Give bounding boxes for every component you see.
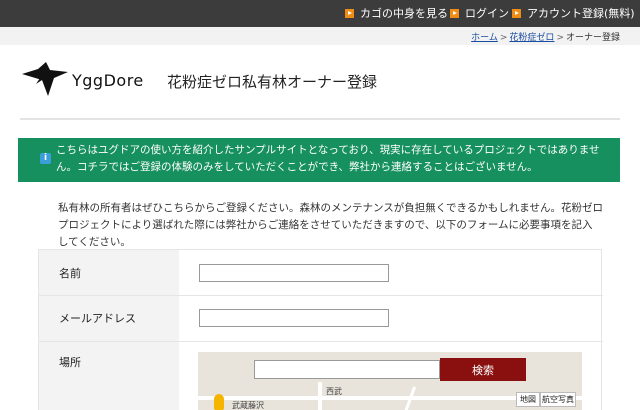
map-search-button[interactable]: 検索 [440, 358, 526, 381]
logo-text: YggDore [72, 71, 144, 90]
email-field[interactable] [199, 309, 389, 327]
map-place-label: 武蔵藤沢 [232, 401, 264, 410]
view-cart-label: カゴの中身を見る [360, 7, 448, 20]
breadcrumb-bar: ホーム > 花粉症ゼロ > オーナー登録 [0, 27, 640, 45]
name-field[interactable] [199, 264, 389, 282]
form-row-email: メールアドレス [39, 296, 603, 342]
map-type-satellite-button[interactable]: 航空写真 [540, 392, 576, 407]
login-label: ログイン [465, 7, 509, 20]
map-road [318, 382, 322, 410]
breadcrumb-separator: > [556, 33, 564, 43]
intro-text: 私有林の所有者はぜひこちらからご登録ください。森林のメンテナンスが負担無くできる… [58, 202, 603, 248]
arrow-right-icon [345, 8, 354, 18]
header-divider [20, 118, 620, 120]
map-area-label: 西武 [326, 387, 342, 396]
view-cart-link[interactable]: カゴの中身を見る [345, 5, 448, 21]
info-icon: i [40, 153, 51, 164]
arrow-right-icon [512, 8, 521, 18]
breadcrumb: ホーム > 花粉症ゼロ > オーナー登録 [471, 30, 620, 43]
map-search-input[interactable] [254, 360, 440, 379]
arrow-right-icon [450, 8, 459, 18]
top-navigation-bar: カゴの中身を見る ログイン アカウント登録(無料) [0, 0, 640, 27]
bird-logo-icon [22, 62, 68, 96]
breadcrumb-section-link[interactable]: 花粉症ゼロ [509, 33, 554, 43]
location-label: 場所 [59, 356, 81, 369]
breadcrumb-home-link[interactable]: ホーム [471, 33, 498, 43]
location-map[interactable]: 検索 武蔵藤沢 西武 地図 航空写真 [198, 352, 582, 410]
register-account-label: アカウント登録(無料) [527, 7, 635, 20]
notice-banner: i こちらはユグドアの使い方を紹介したサンプルサイトとなっており、現実に存在して… [18, 138, 620, 182]
page-title: 花粉症ゼロ私有林オーナー登録 [167, 73, 378, 91]
form-row-name: 名前 [39, 250, 603, 296]
login-link[interactable]: ログイン [450, 5, 509, 21]
name-label: 名前 [59, 267, 81, 280]
map-type-map-button[interactable]: 地図 [516, 392, 540, 407]
register-account-link[interactable]: アカウント登録(無料) [512, 5, 635, 21]
notice-text: こちらはユグドアの使い方を紹介したサンプルサイトとなっており、現実に存在している… [56, 144, 600, 173]
breadcrumb-current: オーナー登録 [565, 33, 620, 43]
pegman-icon[interactable] [214, 394, 224, 410]
breadcrumb-separator: > [499, 33, 508, 43]
site-logo[interactable]: YggDore [20, 60, 180, 104]
email-label: メールアドレス [59, 312, 136, 325]
label-cell [39, 342, 179, 410]
registration-form: 名前 メールアドレス 場所 検索 武蔵藤沢 西武 地図 航空写真 [38, 249, 603, 410]
